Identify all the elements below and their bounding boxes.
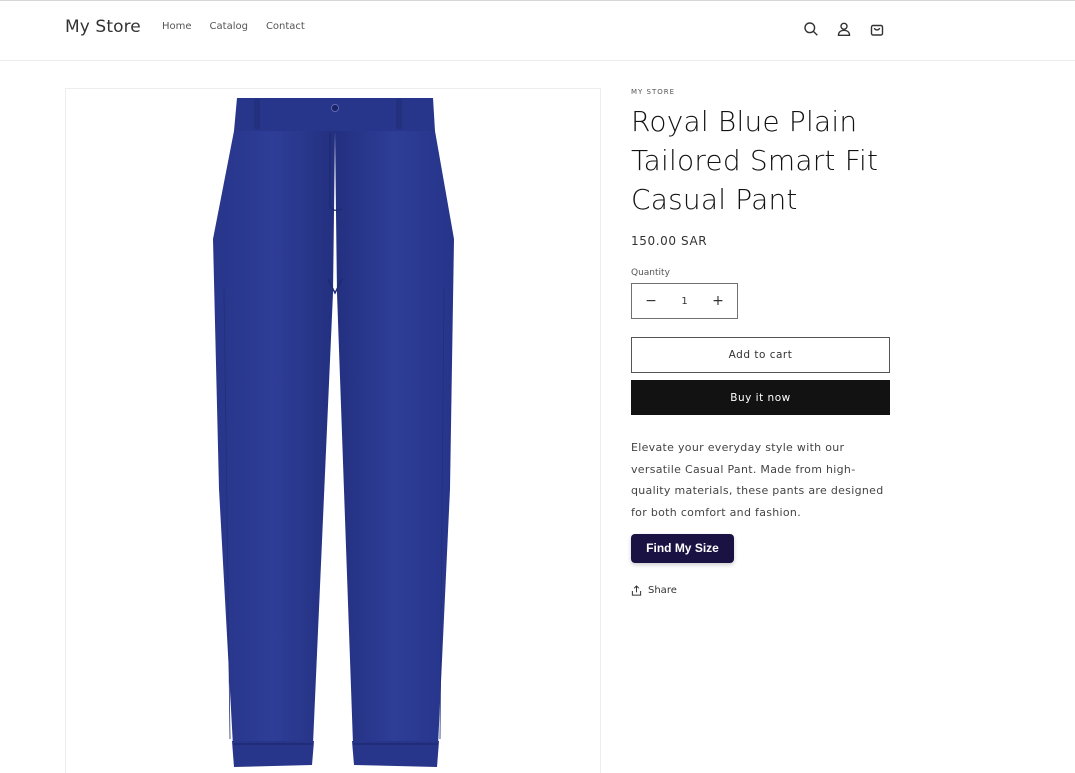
quantity-stepper: − + <box>631 283 738 319</box>
product-price: 150.00 SAR <box>631 234 708 248</box>
account-icon[interactable] <box>833 18 855 40</box>
quantity-input[interactable] <box>664 295 705 307</box>
search-icon[interactable] <box>800 18 822 40</box>
nav-contact[interactable]: Contact <box>266 21 305 32</box>
store-logo[interactable]: My Store <box>65 17 141 37</box>
vendor-label: MY STORE <box>631 88 676 96</box>
product-image-frame[interactable] <box>65 88 601 773</box>
site-header: My Store Home Catalog Contact <box>0 1 1075 61</box>
buy-it-now-button[interactable]: Buy it now <box>631 380 890 415</box>
main-nav: Home Catalog Contact <box>162 21 305 32</box>
nav-home[interactable]: Home <box>162 21 192 32</box>
quantity-decrease-button[interactable]: − <box>645 293 657 309</box>
quantity-label: Quantity <box>631 268 670 278</box>
product-description: Elevate your everyday style with our ver… <box>631 441 884 520</box>
add-to-cart-button[interactable]: Add to cart <box>631 337 890 373</box>
cart-icon[interactable] <box>866 18 888 40</box>
quantity-increase-button[interactable]: + <box>712 293 724 309</box>
share-button[interactable]: Share <box>631 585 891 596</box>
product-info: MY STORE Royal Blue Plain Tailored Smart… <box>631 88 891 596</box>
share-icon <box>631 585 642 596</box>
nav-catalog[interactable]: Catalog <box>210 21 248 32</box>
product-title: Royal Blue Plain Tailored Smart Fit Casu… <box>631 105 879 216</box>
header-icons <box>800 18 899 40</box>
find-my-size-button[interactable]: Find My Size <box>631 533 734 563</box>
product-image-pants <box>213 98 454 767</box>
share-label: Share <box>648 584 677 596</box>
